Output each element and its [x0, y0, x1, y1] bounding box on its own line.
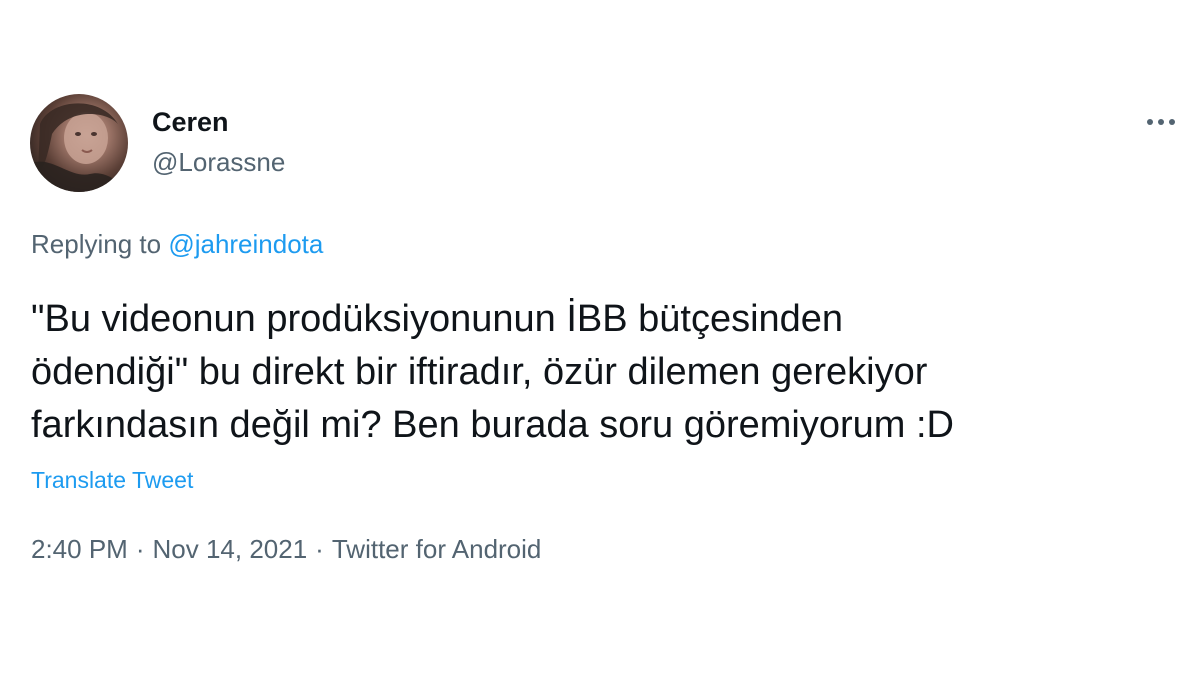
author-name[interactable]: Ceren — [152, 106, 229, 138]
avatar[interactable] — [30, 94, 128, 192]
tweet-text-line: ödendiği" bu direkt bir iftiradır, özür … — [31, 351, 928, 393]
reply-mention-link[interactable]: @jahreindota — [168, 229, 323, 259]
author-handle[interactable]: @Lorassne — [152, 146, 285, 178]
meta-separator: · — [135, 534, 145, 564]
tweet-text: "Bu videonun prodüksiyonunun İBB bütçesi… — [31, 293, 1171, 452]
avatar-image — [30, 103, 128, 192]
tweet-card: Ceren @Lorassne Replying to @jahreindota… — [0, 0, 1200, 675]
tweet-meta: 2:40 PM · Nov 14, 2021 · Twitter for Android — [31, 533, 541, 565]
replying-to: Replying to @jahreindota — [31, 228, 323, 260]
tweet-text-line: "Bu videonun prodüksiyonunun İBB bütçesi… — [31, 298, 844, 340]
tweet-text-line: farkındasın değil mi? Ben burada soru gö… — [31, 404, 955, 446]
more-options-icon[interactable] — [1142, 110, 1182, 134]
replying-to-label: Replying to — [31, 229, 169, 259]
tweet-source: Twitter for Android — [331, 534, 542, 564]
tweet-time[interactable]: 2:40 PM — [31, 534, 128, 564]
tweet-date[interactable]: Nov 14, 2021 — [153, 534, 308, 564]
translate-tweet-link[interactable]: Translate Tweet — [31, 466, 193, 494]
meta-separator: · — [315, 534, 324, 564]
